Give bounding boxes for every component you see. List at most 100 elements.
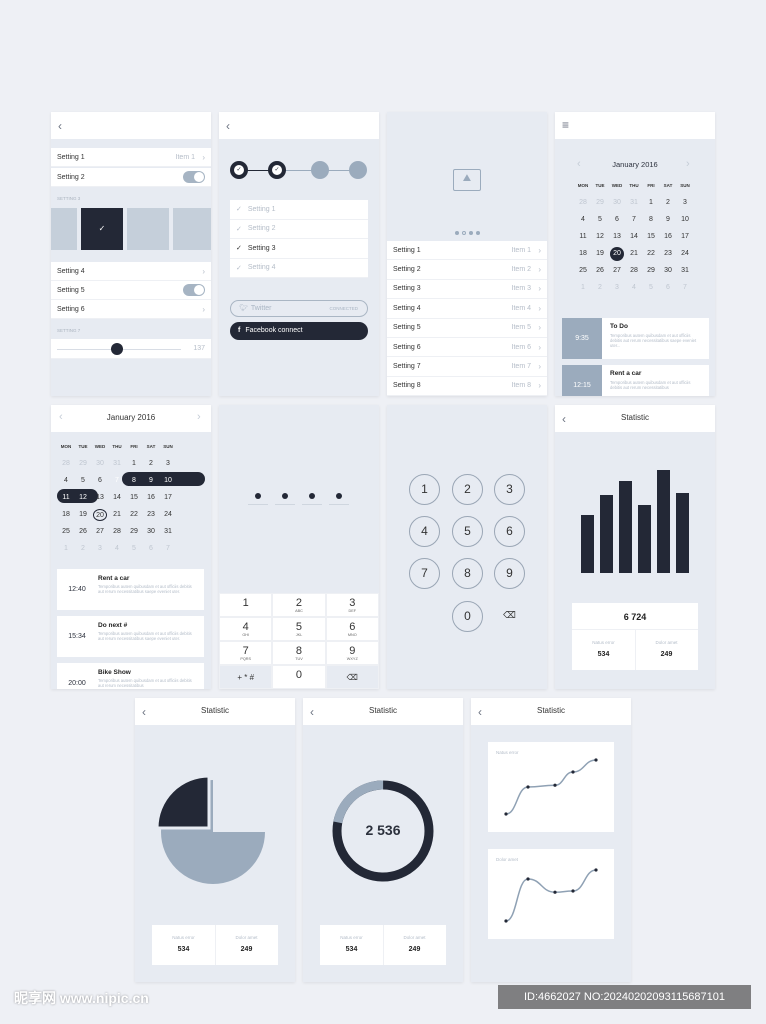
keypad-key[interactable]: ⌫ [325, 665, 379, 689]
toggle-switch[interactable] [183, 171, 205, 183]
calendar-day[interactable]: 23 [143, 509, 159, 521]
color-tile[interactable] [127, 208, 169, 250]
calendar-day[interactable]: 27 [92, 526, 108, 538]
calendar-day[interactable]: 30 [92, 458, 108, 470]
calendar-day[interactable]: 31 [677, 265, 693, 277]
calendar-day[interactable]: 3 [677, 197, 693, 209]
setting-row[interactable]: Setting 6 › [51, 300, 211, 319]
calendar-day[interactable]: 18 [58, 509, 74, 521]
calendar-day[interactable]: 8 [126, 475, 142, 487]
keypad-key[interactable]: 5 JKL [272, 617, 326, 641]
list-item[interactable]: Setting 6 Item 6 › [387, 338, 547, 358]
calendar-day[interactable]: 7 [677, 282, 693, 294]
calendar-day[interactable]: 4 [575, 214, 591, 226]
keypad-key[interactable]: 8 TUV [272, 641, 326, 665]
calendar-day[interactable]: 31 [626, 197, 642, 209]
twitter-button[interactable]: 🐦︎ Twitter CONNECTED [230, 300, 368, 317]
calendar-day[interactable]: 5 [75, 475, 91, 487]
calendar-day[interactable]: 14 [626, 231, 642, 243]
event-card[interactable]: To Do Temporibus autem quibusdam et aut o… [602, 318, 709, 359]
calendar-day[interactable]: 2 [660, 197, 676, 209]
calendar-day[interactable]: 19 [592, 248, 608, 260]
calendar-day[interactable]: 2 [75, 543, 91, 555]
calendar-day[interactable]: 7 [109, 475, 125, 487]
calendar-day[interactable]: 9 [660, 214, 676, 226]
calendar-day[interactable]: 9 [143, 475, 159, 487]
checklist-item[interactable]: ✓ Setting 1 [230, 200, 368, 220]
keypad-button[interactable]: 3 [494, 474, 525, 505]
keypad-button[interactable]: ⌫ [494, 601, 525, 632]
keypad-button[interactable]: 7 [409, 558, 440, 589]
calendar-day[interactable]: 6 [143, 543, 159, 555]
keypad-key[interactable]: 0 [272, 665, 326, 689]
calendar-day[interactable]: 24 [677, 248, 693, 260]
calendar-day[interactable]: 6 [660, 282, 676, 294]
calendar-day[interactable]: 28 [626, 265, 642, 277]
calendar-day[interactable]: 20 [93, 509, 107, 521]
calendar-day[interactable]: 16 [660, 231, 676, 243]
calendar-day[interactable]: 25 [58, 526, 74, 538]
calendar-day[interactable]: 17 [160, 492, 176, 504]
setting-row[interactable]: Setting 1 Item 1 › [51, 148, 211, 167]
calendar-day[interactable]: 3 [609, 282, 625, 294]
toggle-switch[interactable] [183, 284, 205, 296]
list-item[interactable]: Setting 3 Item 3 › [387, 279, 547, 300]
calendar-day[interactable]: 23 [660, 248, 676, 260]
color-tile[interactable]: ✓ [81, 208, 123, 250]
page-dot[interactable] [462, 231, 466, 235]
calendar-day[interactable]: 1 [126, 458, 142, 470]
calendar-day[interactable]: 29 [643, 265, 659, 277]
calendar-day[interactable]: 12 [75, 492, 91, 504]
calendar-day[interactable]: 20 [610, 247, 624, 261]
keypad-button[interactable]: 8 [452, 558, 483, 589]
checklist-item[interactable]: ✓ Setting 4 [230, 258, 368, 278]
keypad-button[interactable]: 5 [452, 516, 483, 547]
calendar-day[interactable]: 26 [75, 526, 91, 538]
calendar-day[interactable]: 11 [575, 231, 591, 243]
event-card[interactable]: 15:34 Do next # Temporibus autem quibusdam… [57, 616, 204, 657]
calendar-day[interactable]: 13 [92, 492, 108, 504]
list-item[interactable]: Setting 5 Item 5 › [387, 318, 547, 338]
calendar-day[interactable]: 4 [109, 543, 125, 555]
calendar-day[interactable]: 7 [160, 543, 176, 555]
calendar-day[interactable]: 24 [160, 509, 176, 521]
keypad-key[interactable]: 1 [219, 593, 273, 617]
calendar-day[interactable]: 29 [126, 526, 142, 538]
keypad-key[interactable]: 6 MNO [325, 617, 379, 641]
calendar-day[interactable]: 14 [109, 492, 125, 504]
calendar-day[interactable]: 30 [609, 197, 625, 209]
keypad-key[interactable]: + * # [219, 665, 273, 689]
list-item[interactable]: Setting 7 Item 7 › [387, 357, 547, 377]
keypad-button[interactable]: 0 [452, 601, 483, 632]
calendar-day[interactable]: 30 [660, 265, 676, 277]
calendar-day[interactable]: 22 [643, 248, 659, 260]
calendar-day[interactable]: 11 [58, 492, 74, 504]
keypad-key[interactable]: 7 PQRS [219, 641, 273, 665]
calendar-day[interactable]: 10 [677, 214, 693, 226]
setting-row[interactable]: Setting 2 [51, 168, 211, 187]
keypad-key[interactable]: 4 GHI [219, 617, 273, 641]
calendar-day[interactable]: 28 [58, 458, 74, 470]
calendar-day[interactable]: 25 [575, 265, 591, 277]
list-item[interactable]: Setting 4 Item 4 › [387, 299, 547, 319]
page-dot[interactable] [455, 231, 459, 235]
calendar-day[interactable]: 5 [643, 282, 659, 294]
keypad-button[interactable]: 4 [409, 516, 440, 547]
calendar-day[interactable]: 1 [58, 543, 74, 555]
keypad-key[interactable]: 3 DEF [325, 593, 379, 617]
calendar-day[interactable]: 17 [677, 231, 693, 243]
calendar-day[interactable]: 21 [109, 509, 125, 521]
calendar-day[interactable]: 21 [626, 248, 642, 260]
checklist-item[interactable]: ✓ Setting 2 [230, 219, 368, 239]
calendar-day[interactable]: 26 [592, 265, 608, 277]
event-card[interactable]: 12:40 Rent a car Temporibus autem quibusda… [57, 569, 204, 610]
list-item[interactable]: Setting 1 Item 1 › [387, 241, 547, 261]
calendar-day[interactable]: 5 [592, 214, 608, 226]
calendar-day[interactable]: 1 [643, 197, 659, 209]
calendar-day[interactable]: 15 [643, 231, 659, 243]
calendar-day[interactable]: 5 [126, 543, 142, 555]
calendar-day[interactable]: 28 [575, 197, 591, 209]
facebook-button[interactable]: f Facebook connect [230, 322, 368, 340]
color-tile[interactable] [173, 208, 211, 250]
calendar-day[interactable]: 2 [143, 458, 159, 470]
